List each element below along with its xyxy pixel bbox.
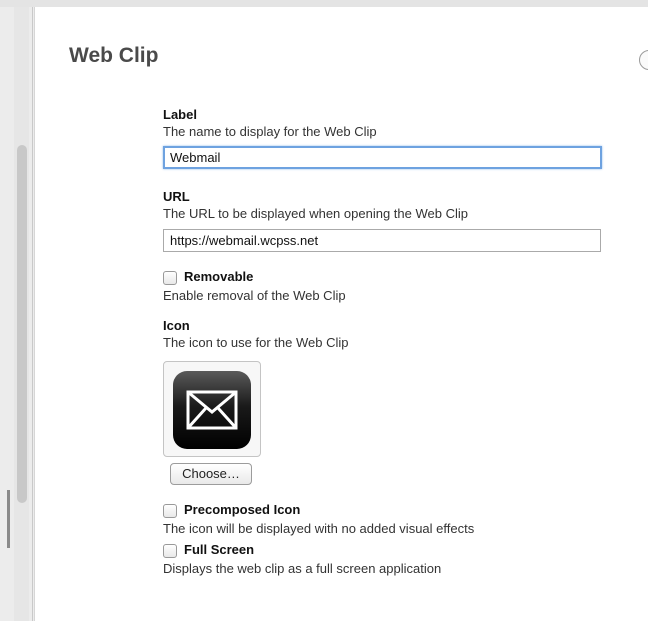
url-field-description: The URL to be displayed when opening the…	[163, 206, 468, 221]
url-field-title: URL	[163, 189, 190, 204]
collapse-payload-button[interactable]: −	[639, 50, 648, 70]
payload-list-pane	[0, 7, 33, 621]
split-view-divider[interactable]	[7, 490, 10, 548]
web-clip-settings-panel: Web Clip − Label The name to display for…	[34, 7, 648, 621]
choose-icon-button[interactable]: Choose…	[170, 463, 252, 485]
icon-field-title: Icon	[163, 318, 190, 333]
window-top-strip	[0, 0, 648, 7]
removable-label[interactable]: Removable	[184, 269, 253, 284]
full-screen-checkbox[interactable]	[163, 544, 177, 558]
precomposed-icon-description: The icon will be displayed with no added…	[163, 521, 475, 536]
payload-list-scroll-thumb[interactable]	[17, 145, 27, 503]
payload-title: Web Clip	[69, 44, 159, 67]
full-screen-label[interactable]: Full Screen	[184, 542, 254, 557]
precomposed-icon-label[interactable]: Precomposed Icon	[184, 502, 300, 517]
label-field-description: The name to display for the Web Clip	[163, 124, 377, 139]
label-input[interactable]	[163, 146, 602, 169]
icon-preview-well[interactable]	[163, 361, 261, 457]
envelope-icon	[173, 371, 251, 449]
full-screen-description: Displays the web clip as a full screen a…	[163, 561, 442, 576]
removable-checkbox[interactable]	[163, 271, 177, 285]
icon-field-description: The icon to use for the Web Clip	[163, 335, 349, 350]
url-input[interactable]	[163, 229, 601, 252]
label-field-title: Label	[163, 107, 197, 122]
removable-description: Enable removal of the Web Clip	[163, 288, 346, 303]
precomposed-icon-checkbox[interactable]	[163, 504, 177, 518]
